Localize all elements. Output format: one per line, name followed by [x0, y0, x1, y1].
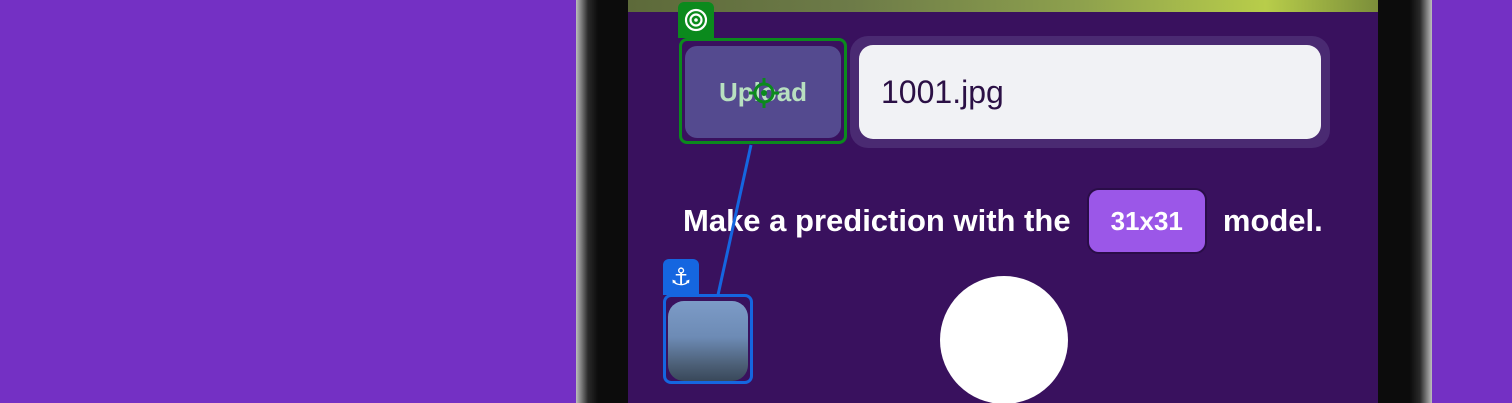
anchor-icon: ⚓	[663, 259, 699, 295]
target-highlight-box	[679, 38, 847, 144]
target-badge	[678, 2, 714, 38]
model-select-button[interactable]: 31x31	[1086, 188, 1207, 254]
capture-button[interactable]	[940, 276, 1068, 403]
prediction-prefix-text: Make a prediction with the	[683, 203, 1071, 238]
prediction-suffix-text: model.	[1222, 203, 1323, 238]
anchor-highlight-box	[663, 294, 753, 384]
prediction-sentence: Make a prediction with the 31x31 model.	[683, 188, 1323, 254]
target-icon	[684, 8, 708, 32]
model-select-label: 31x31	[1110, 205, 1183, 236]
camera-preview-image	[628, 0, 1378, 12]
filename-field[interactable]: 1001.jpg	[859, 45, 1321, 139]
filename-value: 1001.jpg	[881, 73, 1004, 110]
